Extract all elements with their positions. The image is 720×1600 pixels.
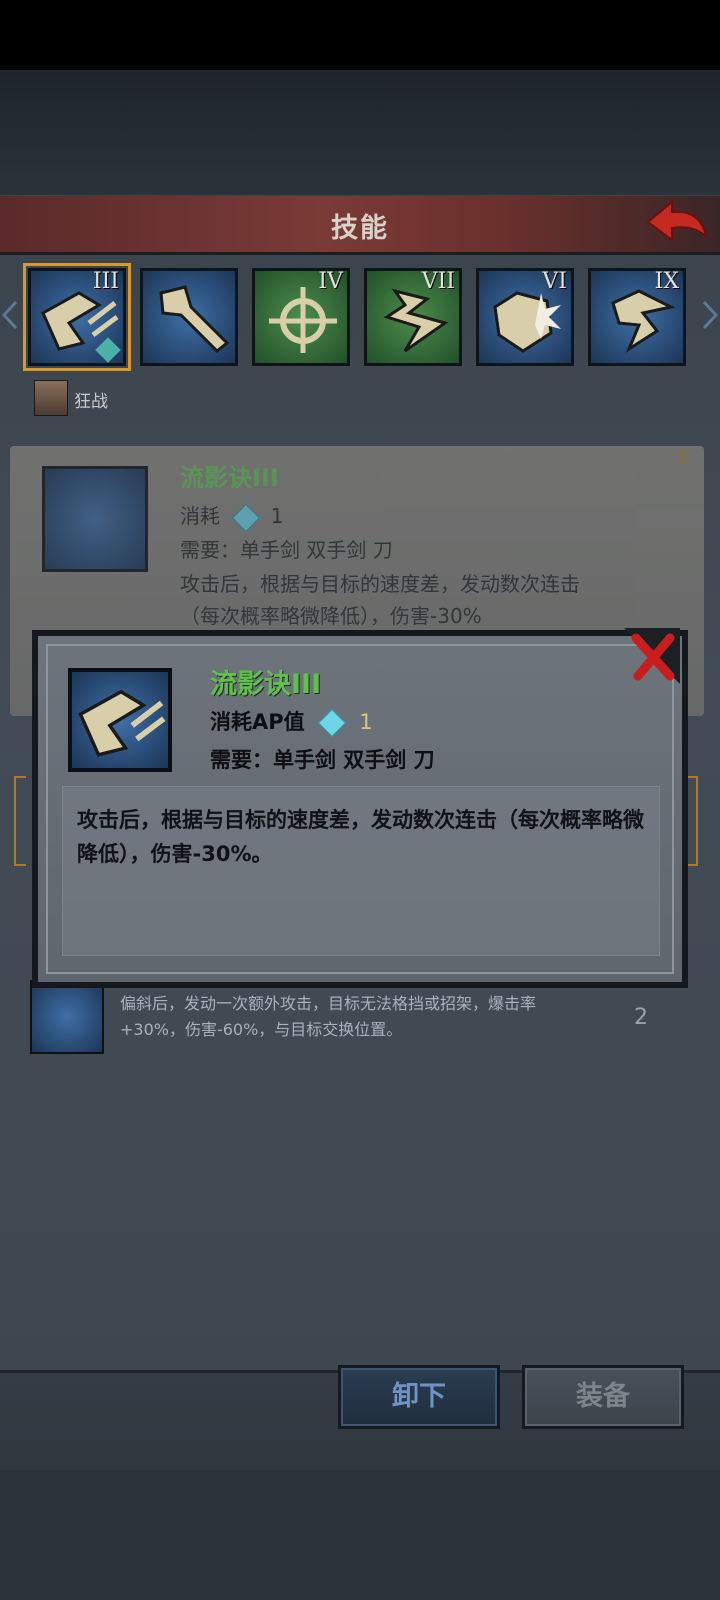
avatar bbox=[34, 380, 68, 416]
skill-cost: 消耗 1 bbox=[180, 500, 284, 532]
modal-skill-name: 流影诀III bbox=[210, 669, 322, 700]
skill-name: 流影诀III bbox=[180, 464, 279, 492]
skill-icon bbox=[68, 668, 172, 772]
cost-value: 1 bbox=[270, 504, 284, 528]
skill-desc-line-2: （每次概率略微降低），伤害-30% bbox=[180, 604, 482, 628]
skill-slot-6[interactable]: IX bbox=[588, 268, 686, 366]
status-bar bbox=[0, 0, 720, 70]
skill-slot-2[interactable] bbox=[140, 268, 238, 366]
character-name: 狂战 bbox=[74, 392, 108, 412]
skill-slot-3[interactable]: IV bbox=[252, 268, 350, 366]
ap-gem-icon bbox=[232, 503, 261, 532]
modal-description-box: 攻击后，根据与目标的速度差，发动数次连击（每次概率略微降低），伤害-30%。 bbox=[62, 786, 660, 956]
modal-skill-description: 攻击后，根据与目标的速度差，发动数次连击（每次概率略微降低），伤害-30%。 bbox=[77, 808, 644, 866]
close-icon[interactable] bbox=[624, 628, 680, 684]
skill-info-modal: 流影诀III 消耗AP值 1 需要：单手剑 双手剑 刀 攻击后，根据与目标的速度… bbox=[32, 630, 688, 988]
skill-slot-5[interactable]: VI bbox=[476, 268, 574, 366]
skill-cost: 2 bbox=[634, 1005, 648, 1030]
skill-requirement: 需要：单手剑 双手剑 刀 bbox=[180, 538, 393, 562]
modal-skill-cost: 消耗AP值 1 bbox=[210, 706, 373, 738]
skill-rank: IV bbox=[318, 269, 343, 294]
cost-label: 消耗AP值 bbox=[210, 710, 305, 734]
page-title: 技能 bbox=[331, 213, 389, 244]
skill-desc-line-1: 偏斜后，发动一次额外攻击，目标无法格挡或招架，爆击率 bbox=[120, 994, 537, 1013]
skill-desc-line-2: +30%，伤害-60%，与目标交换位置。 bbox=[120, 1020, 403, 1039]
corner-tag: E bbox=[678, 448, 690, 469]
scroll-right-icon[interactable] bbox=[702, 300, 718, 330]
equip-button[interactable]: 装备 bbox=[522, 1365, 684, 1429]
cost-label: 消耗 bbox=[180, 504, 220, 528]
frame-bracket-right bbox=[688, 776, 698, 866]
skill-rank: IX bbox=[654, 269, 679, 294]
skill-rank: VII bbox=[421, 269, 455, 294]
cost-value: 1 bbox=[359, 710, 373, 734]
ap-gem-icon bbox=[317, 708, 347, 738]
skill-slot-4[interactable]: VII bbox=[364, 268, 462, 366]
skill-icon[interactable] bbox=[30, 980, 104, 1054]
back-arrow-icon[interactable] bbox=[644, 198, 710, 248]
unequip-button[interactable]: 卸下 bbox=[338, 1365, 500, 1429]
blade-slash-icon bbox=[78, 689, 166, 757]
modal-skill-requirement: 需要：单手剑 双手剑 刀 bbox=[210, 748, 435, 772]
skill-rank: VI bbox=[542, 269, 567, 294]
skill-desc-line-1: 攻击后，根据与目标的速度差，发动数次连击 bbox=[180, 572, 580, 596]
background-top bbox=[0, 70, 720, 195]
skill-icon bbox=[42, 466, 148, 572]
axe-strike-icon bbox=[159, 285, 230, 354]
skill-slot-1[interactable]: III 1 bbox=[23, 263, 131, 371]
background-footer bbox=[0, 1470, 720, 1600]
skill-rank: III bbox=[92, 269, 119, 294]
frame-bracket-left bbox=[14, 776, 26, 866]
scroll-left-icon[interactable] bbox=[2, 300, 18, 330]
